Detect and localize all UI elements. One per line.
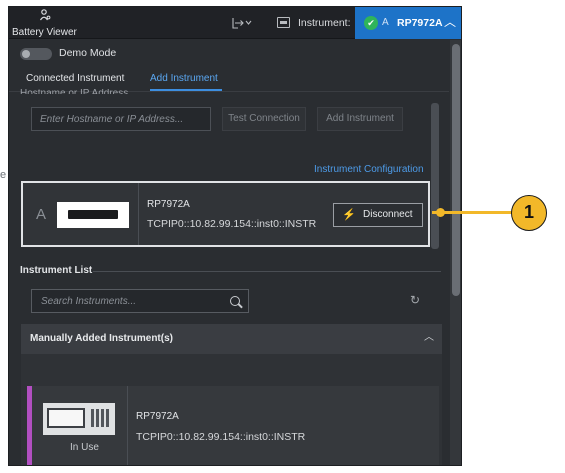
test-connection-button[interactable]: Test Connection: [222, 107, 306, 131]
search-icon[interactable]: [230, 296, 240, 306]
main-scrollbar[interactable]: [450, 40, 461, 465]
connected-check-icon: ✔: [364, 16, 378, 30]
chevron-up-icon: ︿: [444, 15, 457, 29]
refresh-icon[interactable]: ↻: [410, 293, 420, 307]
tab-add-instrument[interactable]: Add Instrument: [150, 72, 218, 85]
hostname-section-heading: Hostname or IP Address: [20, 89, 128, 94]
instrument-selector[interactable]: ✔ A RP7972A ︿: [355, 7, 461, 39]
instrument-screen: [47, 408, 85, 428]
person-settings-icon: [39, 9, 51, 21]
instrument-thumbnail: [57, 202, 129, 228]
section-divider: [93, 271, 441, 272]
item-name: RP7972A: [136, 411, 179, 422]
item-color-accent: [27, 386, 32, 465]
demo-mode-toggle[interactable]: [20, 48, 52, 60]
item-divider: [127, 386, 128, 465]
demo-mode-label: Demo Mode: [59, 47, 117, 59]
instrument-icon: [277, 17, 290, 28]
list-item[interactable]: In Use RP7972A TCPIP0::10.82.99.154::ins…: [27, 386, 439, 465]
instrument-letter: A: [36, 206, 47, 223]
app-title: Battery Viewer: [12, 27, 77, 38]
item-status: In Use: [70, 442, 99, 453]
tab-connected-instrument[interactable]: Connected Instrument: [26, 72, 124, 85]
unplug-icon: ⚡: [342, 209, 356, 221]
connected-instrument-name: RP7972A: [147, 199, 190, 210]
instrument-thumbnail: [43, 403, 115, 435]
background-text-fragment: e: [0, 169, 7, 181]
card-divider: [138, 183, 139, 245]
instrument-configuration-link[interactable]: Instrument Configuration: [314, 164, 424, 176]
disconnect-label: Disconnect: [363, 209, 413, 220]
chevron-up-icon[interactable]: ︿: [424, 332, 434, 344]
callout-number-marker: 1: [511, 195, 547, 231]
hostname-input[interactable]: [31, 107, 211, 131]
instrument-keypad: [91, 409, 109, 427]
search-instruments-input[interactable]: [31, 289, 249, 313]
export-icon[interactable]: [231, 16, 253, 30]
group-label: Manually Added Instrument(s): [30, 333, 173, 344]
connected-instrument-address: TCPIP0::10.82.99.154::inst0::INSTR: [147, 218, 317, 230]
instrument-label: Instrument:: [298, 17, 351, 29]
connected-instrument-card: A RP7972A TCPIP0::10.82.99.154::inst0::I…: [21, 181, 430, 247]
item-address: TCPIP0::10.82.99.154::inst0::INSTR: [136, 431, 306, 443]
scrollbar-thumb[interactable]: [452, 44, 460, 296]
disconnect-button[interactable]: ⚡ Disconnect: [333, 203, 423, 227]
page: e Battery Viewer Instrument: ✔ A RP7972A…: [0, 0, 565, 473]
instrument-letter: A: [382, 17, 389, 28]
add-instrument-button[interactable]: Add Instrument: [317, 107, 403, 131]
callout-anchor-dot: [436, 208, 445, 217]
battery-viewer-window: Battery Viewer Instrument: ✔ A RP7972A ︿…: [8, 6, 462, 466]
manually-added-group-header[interactable]: Manually Added Instrument(s) ︿: [21, 324, 442, 354]
instrument-list-heading: Instrument List: [20, 265, 93, 276]
app-header: Battery Viewer Instrument: ✔ A RP7972A ︿: [9, 7, 461, 39]
inner-scrollbar[interactable]: [431, 103, 439, 249]
selected-instrument-name: RP7972A: [397, 17, 443, 29]
